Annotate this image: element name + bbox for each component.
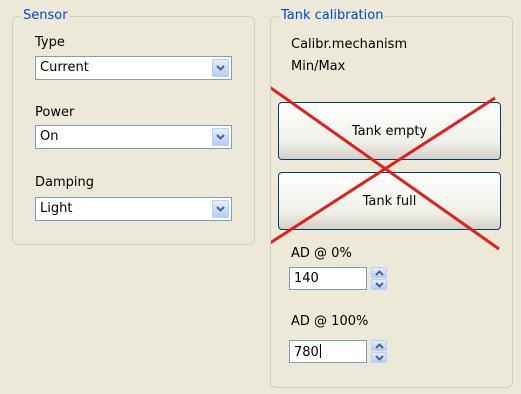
calibration-mechanism-value: Min/Max — [291, 59, 346, 74]
ad-0-increment-button[interactable] — [371, 267, 387, 278]
chevron-down-icon — [375, 282, 384, 288]
ad-100-spinner[interactable] — [371, 340, 387, 363]
chevron-up-icon — [375, 270, 384, 276]
text-cursor — [319, 344, 321, 358]
sensor-group: Sensor Type Current Power On Damping Lig… — [12, 8, 255, 245]
tank-calibration-group-title: Tank calibration — [279, 8, 386, 24]
damping-select[interactable]: Light — [35, 197, 232, 221]
tank-full-button[interactable]: Tank full — [278, 172, 501, 230]
power-label: Power — [35, 105, 75, 120]
chevron-up-icon — [375, 343, 384, 349]
chevron-down-icon — [375, 355, 384, 361]
chevron-down-icon — [216, 134, 225, 140]
calibration-mechanism-label: Calibr.mechanism — [291, 37, 408, 52]
ad-100-value-wrap: 780 — [294, 344, 321, 361]
ad-100-value: 780 — [294, 345, 319, 360]
damping-label: Damping — [35, 175, 94, 190]
ad-0-decrement-button[interactable] — [371, 279, 387, 290]
ad-0-spinner[interactable] — [371, 267, 387, 290]
ad-100-input[interactable]: 780 — [289, 340, 367, 363]
type-select-dropdown-button[interactable] — [212, 59, 229, 77]
damping-select-value: Light — [40, 201, 73, 216]
tank-empty-button[interactable]: Tank empty — [278, 102, 501, 160]
power-select-dropdown-button[interactable] — [212, 128, 229, 146]
ad-100-increment-button[interactable] — [371, 340, 387, 351]
tank-full-button-label: Tank full — [362, 193, 417, 209]
tank-calibration-group: Tank calibration Calibr.mechanism Min/Ma… — [270, 8, 513, 388]
chevron-down-icon — [216, 65, 225, 71]
type-select-value: Current — [40, 60, 89, 75]
ad-100-decrement-button[interactable] — [371, 352, 387, 363]
ad-0-label: AD @ 0% — [291, 246, 352, 261]
tank-empty-button-label: Tank empty — [351, 123, 428, 139]
type-label: Type — [35, 35, 65, 50]
ad-100-label: AD @ 100% — [291, 314, 369, 329]
power-select-value: On — [40, 129, 59, 144]
power-select[interactable]: On — [35, 125, 232, 149]
ad-0-input[interactable]: 140 — [289, 267, 367, 290]
type-select[interactable]: Current — [35, 56, 232, 80]
sensor-group-title: Sensor — [21, 8, 70, 24]
damping-select-dropdown-button[interactable] — [212, 200, 229, 218]
ad-0-value: 140 — [294, 271, 319, 286]
chevron-down-icon — [216, 206, 225, 212]
